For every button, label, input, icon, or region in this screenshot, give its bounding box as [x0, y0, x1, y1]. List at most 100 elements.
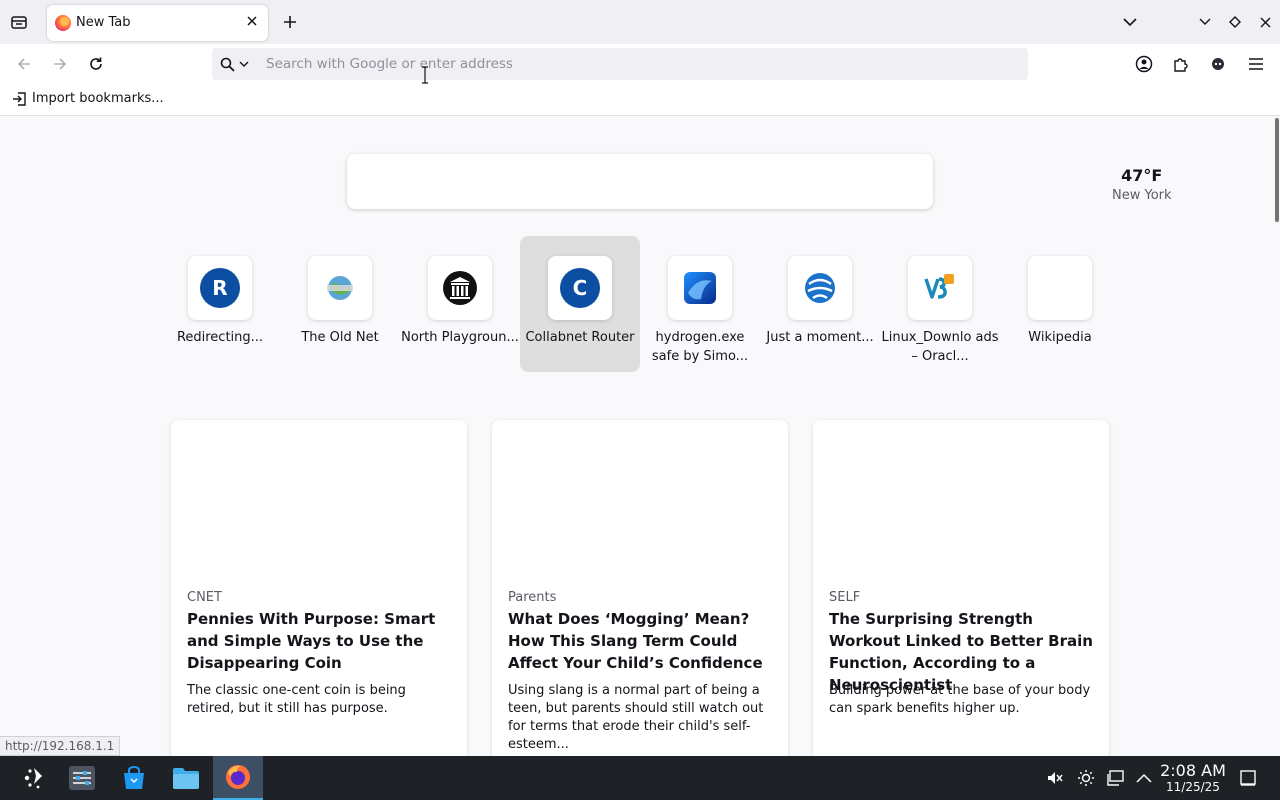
- window-maximize-button[interactable]: [1224, 11, 1246, 33]
- window-close-button[interactable]: [1254, 11, 1276, 33]
- import-icon: [13, 91, 26, 106]
- navigation-toolbar: [0, 44, 1280, 84]
- story-headline[interactable]: Pennies With Purpose: Smart and Simple W…: [187, 608, 451, 674]
- new-tab-button[interactable]: [279, 11, 301, 33]
- top-site-tile: C: [548, 256, 612, 320]
- brightness-button[interactable]: [1076, 768, 1096, 788]
- minimize-icon: [1199, 18, 1211, 25]
- top-site-linux-downloads[interactable]: Linux_Downlo ads – Oracl...: [880, 236, 1000, 372]
- top-site-tile: R: [188, 256, 252, 320]
- show-desktop-button[interactable]: [1238, 768, 1258, 788]
- top-site-tile: [908, 256, 972, 320]
- import-bookmarks-button[interactable]: Import bookmarks...: [12, 91, 164, 106]
- desktop-icon: [1240, 770, 1256, 786]
- window-minimize-button[interactable]: [1194, 11, 1216, 33]
- vb-icon: [924, 274, 954, 299]
- network-button[interactable]: [1106, 768, 1126, 788]
- list-all-tabs-button[interactable]: [1119, 11, 1141, 33]
- top-site-label: Collabnet Router: [525, 330, 635, 345]
- weather-city: New York: [1112, 188, 1172, 203]
- launcher-icon: [24, 768, 42, 789]
- tab-title: New Tab: [76, 15, 131, 30]
- task-firefox[interactable]: [213, 756, 263, 800]
- volume-muted-button[interactable]: [1045, 768, 1065, 788]
- hamburger-menu-icon: [1249, 58, 1263, 70]
- museum-icon: [443, 271, 477, 305]
- weather-temperature: 47°F: [1121, 166, 1163, 185]
- top-site-just-a-moment[interactable]: Just a moment...: [760, 236, 880, 372]
- search-icon: [220, 57, 235, 72]
- top-site-old-net[interactable]: The Old Net: [280, 236, 400, 372]
- top-site-label: hydrogen.exe safe by Simo...: [651, 330, 749, 364]
- app-menu-button[interactable]: [1244, 52, 1268, 76]
- reload-button[interactable]: [84, 52, 108, 76]
- import-bookmarks-label: Import bookmarks...: [32, 91, 164, 106]
- puzzle-icon: [1173, 57, 1188, 72]
- weather-widget[interactable]: 47°F New York: [1112, 166, 1172, 203]
- top-site-collabnet-router[interactable]: C Collabnet Router: [520, 236, 640, 372]
- story-card[interactable]: SELF The Surprising Strength Workout Lin…: [813, 420, 1109, 756]
- maximize-icon: [1229, 16, 1241, 28]
- scrollbar[interactable]: [1275, 118, 1279, 222]
- arrow-right-icon: [54, 58, 67, 70]
- story-excerpt: The classic one-cent coin is being retir…: [187, 683, 406, 716]
- top-site-north-playground[interactable]: North Playgroun...: [400, 236, 520, 372]
- chevron-down-icon: [239, 61, 249, 67]
- old-net-icon: [327, 276, 353, 300]
- tab-strip: New Tab: [0, 0, 1280, 44]
- speaker-muted-icon: [1048, 772, 1063, 784]
- bookmarks-toolbar: Import bookmarks...: [0, 84, 1280, 116]
- extensions-button[interactable]: [1168, 52, 1192, 76]
- story-headline[interactable]: What Does ‘Mogging’ Mean? How This Slang…: [508, 608, 772, 674]
- top-site-wikipedia[interactable]: Wikipedia: [1000, 236, 1120, 372]
- show-hidden-icons-button[interactable]: [1134, 768, 1154, 788]
- account-button[interactable]: [1132, 52, 1156, 76]
- firefox-view-button[interactable]: [8, 11, 30, 33]
- story-source: Parents: [508, 590, 557, 605]
- story-card[interactable]: Parents What Does ‘Mogging’ Mean? How Th…: [492, 420, 788, 756]
- taskbar: 2:08 AM 11/25/25: [0, 756, 1280, 800]
- newtab-search-box[interactable]: [347, 154, 933, 209]
- network-wired-icon: [1107, 770, 1124, 786]
- chevron-down-icon: [1123, 18, 1137, 27]
- top-site-redirecting[interactable]: R Redirecting...: [160, 236, 280, 372]
- letter-c-icon: C: [560, 268, 600, 308]
- task-file-manager[interactable]: [162, 756, 210, 800]
- shopping-bag-icon: [124, 766, 144, 789]
- sun-icon: [1078, 770, 1094, 786]
- back-button[interactable]: [12, 52, 36, 76]
- top-site-hydrogen[interactable]: hydrogen.exe safe by Simo...: [640, 236, 760, 372]
- task-discover-store[interactable]: [110, 756, 158, 800]
- task-system-settings[interactable]: [58, 756, 106, 800]
- application-launcher-button[interactable]: [10, 756, 58, 800]
- story-excerpt: Building power at the base of your body …: [829, 683, 1091, 716]
- top-site-label: Wikipedia: [1028, 330, 1092, 345]
- firefox-view-icon: [11, 16, 27, 29]
- clock-date: 11/25/25: [1166, 780, 1220, 794]
- new-tab-page: 47°F New York R Redirecting... The Old N…: [0, 116, 1280, 756]
- extension-badge-button[interactable]: [1206, 52, 1230, 76]
- firefox-icon: [226, 765, 250, 789]
- close-tab-button[interactable]: [244, 13, 260, 29]
- clock-time: 2:08 AM: [1160, 761, 1226, 780]
- top-site-label: Linux_Downlo ads – Oracl...: [881, 330, 999, 364]
- letter-r-icon: R: [200, 268, 240, 308]
- arrow-left-icon: [17, 58, 30, 70]
- folder-icon: [173, 768, 199, 789]
- close-icon: [1260, 17, 1270, 27]
- account-icon: [1135, 55, 1153, 73]
- forward-button[interactable]: [48, 52, 72, 76]
- settings-sliders-icon: [69, 766, 95, 790]
- search-engine-button[interactable]: [220, 56, 256, 72]
- story-source: CNET: [187, 590, 222, 605]
- story-source: SELF: [829, 590, 861, 605]
- top-site-tile: [428, 256, 492, 320]
- top-site-tile: [668, 256, 732, 320]
- story-card[interactable]: CNET Pennies With Purpose: Smart and Sim…: [171, 420, 467, 756]
- top-site-tile: [1028, 256, 1092, 320]
- digital-clock[interactable]: 2:08 AM 11/25/25: [1160, 761, 1226, 795]
- tab-new-tab[interactable]: New Tab: [47, 5, 268, 41]
- globe-icon: [805, 273, 835, 303]
- url-input[interactable]: [260, 48, 1020, 80]
- address-bar[interactable]: [212, 48, 1028, 80]
